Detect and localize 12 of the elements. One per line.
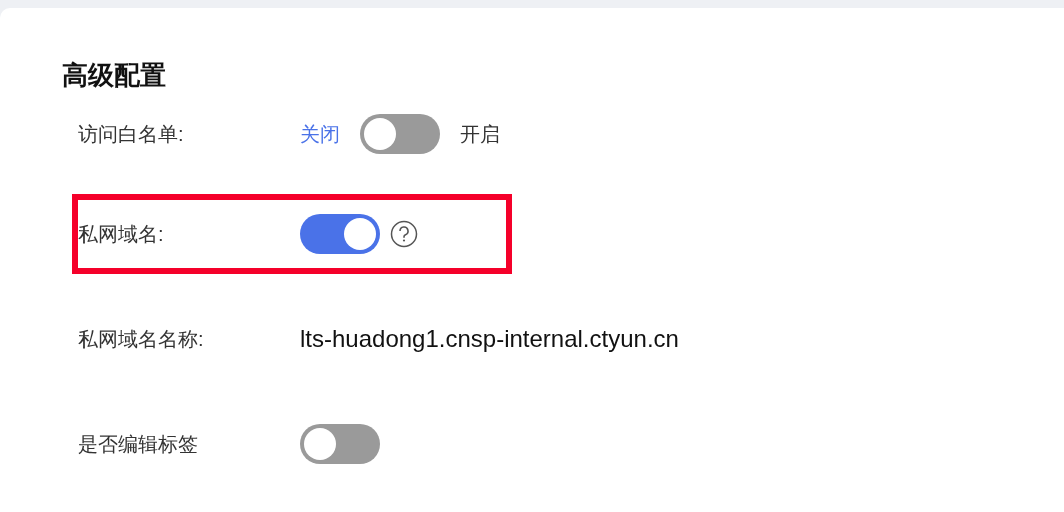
field-value: lts-huadong1.cnsp-internal.ctyun.cn: [300, 324, 679, 354]
off-label: 关闭: [300, 122, 340, 147]
field-label: 访问白名单:: [78, 122, 185, 147]
help-icon[interactable]: [390, 220, 418, 248]
section-title: 高级配置: [62, 60, 166, 90]
on-label: 开启: [460, 122, 500, 147]
field-label: 是否编辑标签: [78, 432, 199, 457]
toggle-switch[interactable]: [360, 114, 440, 154]
field-label: 私网域名名称:: [78, 327, 205, 352]
toggle-switch[interactable]: [300, 214, 380, 254]
field-label: 私网域名:: [78, 222, 165, 247]
toggle-switch[interactable]: [300, 424, 380, 464]
